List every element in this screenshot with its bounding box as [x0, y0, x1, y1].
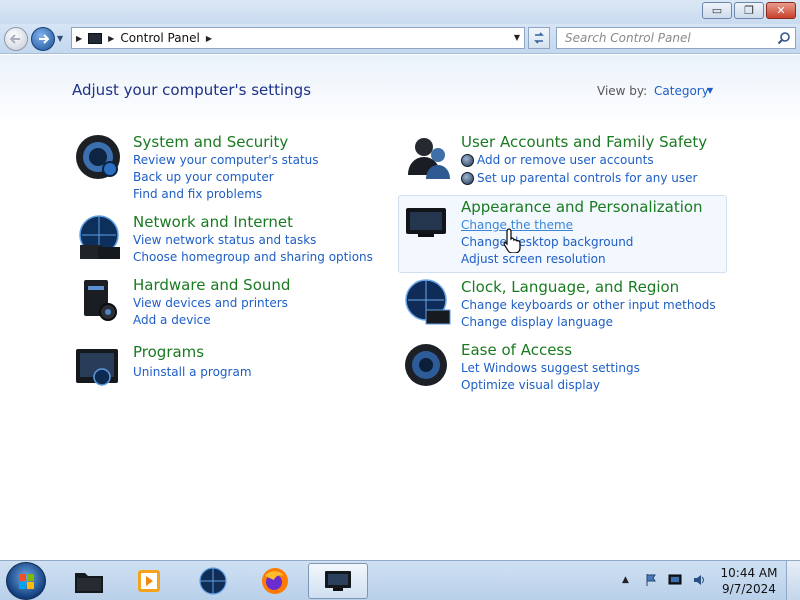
- address-bar[interactable]: ▶ ▶ Control Panel ▶ ▼: [71, 27, 525, 49]
- link-parental-controls[interactable]: Set up parental controls for any user: [477, 171, 697, 185]
- breadcrumb-root-arrow[interactable]: ▶: [76, 34, 82, 43]
- taskbar-explorer[interactable]: [62, 563, 116, 599]
- link-uninstall[interactable]: Uninstall a program: [133, 365, 252, 379]
- minimize-button[interactable]: ▭: [702, 2, 732, 19]
- taskbar-firefox[interactable]: [248, 563, 302, 599]
- close-button[interactable]: ✕: [766, 2, 796, 19]
- category-title-programs[interactable]: Programs: [133, 343, 204, 361]
- search-box[interactable]: Search Control Panel: [556, 27, 796, 49]
- show-hidden-icons-button[interactable]: ▲: [622, 575, 629, 585]
- link-review-status[interactable]: Review your computer's status: [133, 153, 319, 167]
- volume-icon[interactable]: [692, 573, 706, 587]
- view-by-label: View by:: [597, 84, 648, 98]
- link-devices-printers[interactable]: View devices and printers: [133, 296, 288, 310]
- taskbar-control-panel[interactable]: [308, 563, 368, 599]
- network-icon: [79, 215, 120, 259]
- address-dropdown-icon[interactable]: ▼: [514, 33, 520, 42]
- view-by-dropdown[interactable]: Category: [654, 84, 709, 98]
- folder-icon: [75, 573, 103, 593]
- show-desktop-button[interactable]: [786, 561, 800, 600]
- link-add-remove-users[interactable]: Add or remove user accounts: [477, 153, 654, 167]
- start-button[interactable]: [6, 562, 46, 600]
- link-display-language[interactable]: Change display language: [461, 315, 613, 329]
- hardware-sound-icon: [84, 280, 117, 321]
- link-add-device[interactable]: Add a device: [133, 313, 211, 327]
- category-title-clock[interactable]: Clock, Language, and Region: [461, 278, 679, 296]
- category-title-appearance[interactable]: Appearance and Personalization: [461, 198, 703, 216]
- clock-time: 10:44 AM: [720, 566, 778, 580]
- breadcrumb-arrow-icon: ▶: [108, 33, 115, 43]
- back-arrow-icon: [9, 34, 20, 44]
- back-button[interactable]: [4, 27, 28, 51]
- user-accounts-icon: [408, 138, 450, 179]
- link-screen-resolution[interactable]: Adjust screen resolution: [461, 252, 606, 266]
- recent-pages-dropdown[interactable]: ▼: [57, 34, 63, 43]
- forward-arrow-icon: [39, 34, 50, 44]
- appearance-icon: [406, 208, 446, 237]
- link-desktop-background[interactable]: Change desktop background: [461, 235, 633, 249]
- windows-logo-icon: [19, 574, 34, 589]
- link-suggest-settings[interactable]: Let Windows suggest settings: [461, 361, 640, 375]
- clock-region-icon: [405, 279, 451, 325]
- control-panel-icon: [325, 571, 351, 591]
- search-input[interactable]: Search Control Panel: [565, 31, 691, 45]
- taskbar-internet[interactable]: [186, 563, 240, 599]
- control-panel-icon: [88, 32, 103, 44]
- link-find-fix[interactable]: Find and fix problems: [133, 187, 262, 201]
- breadcrumb-next-arrow[interactable]: ▶: [206, 34, 212, 43]
- link-network-status[interactable]: View network status and tasks: [133, 233, 316, 247]
- page-title: Adjust your computer's settings: [72, 81, 312, 99]
- category-title-system[interactable]: System and Security: [133, 133, 288, 151]
- taskbar: ▲ 10:44 AM 9/7/2024: [0, 560, 800, 600]
- search-icon[interactable]: [777, 31, 791, 45]
- maximize-button[interactable]: ❐: [734, 2, 764, 19]
- clock-date: 9/7/2024: [722, 582, 776, 596]
- shield-icon: [461, 154, 474, 167]
- title-bar: ▭ ❐ ✕: [0, 0, 800, 24]
- link-backup[interactable]: Back up your computer: [133, 170, 274, 184]
- breadcrumb-control-panel[interactable]: Control Panel: [120, 31, 200, 45]
- link-visual-display[interactable]: Optimize visual display: [461, 378, 600, 392]
- forward-button[interactable]: [31, 27, 55, 51]
- globe-icon: [199, 567, 227, 595]
- taskbar-media-player[interactable]: [122, 563, 176, 599]
- shield-icon: [461, 172, 474, 185]
- navigation-bar: ▼ ▶ ▶ Control Panel ▶ ▼ Search Control P…: [0, 24, 800, 54]
- system-security-icon: [76, 135, 120, 179]
- link-homegroup[interactable]: Choose homegroup and sharing options: [133, 250, 373, 264]
- link-keyboards[interactable]: Change keyboards or other input methods: [461, 298, 716, 312]
- system-clock[interactable]: 10:44 AM 9/7/2024: [716, 565, 782, 597]
- firefox-icon: [262, 568, 288, 594]
- programs-icon: [76, 349, 118, 386]
- network-tray-icon[interactable]: [668, 573, 682, 587]
- category-title-users[interactable]: User Accounts and Family Safety: [461, 133, 707, 151]
- category-title-hardware[interactable]: Hardware and Sound: [133, 276, 290, 294]
- refresh-icon: [534, 32, 544, 44]
- category-title-network[interactable]: Network and Internet: [133, 213, 293, 231]
- flag-icon[interactable]: [644, 573, 658, 587]
- media-player-icon: [138, 570, 160, 592]
- category-title-ease[interactable]: Ease of Access: [461, 341, 572, 359]
- ease-of-access-icon: [405, 344, 447, 386]
- content-area: Adjust your computer's settings View by:…: [0, 55, 800, 560]
- view-by-chevron-icon[interactable]: ▼: [707, 86, 713, 95]
- refresh-button[interactable]: [528, 27, 550, 49]
- hand-cursor-icon: [503, 228, 521, 253]
